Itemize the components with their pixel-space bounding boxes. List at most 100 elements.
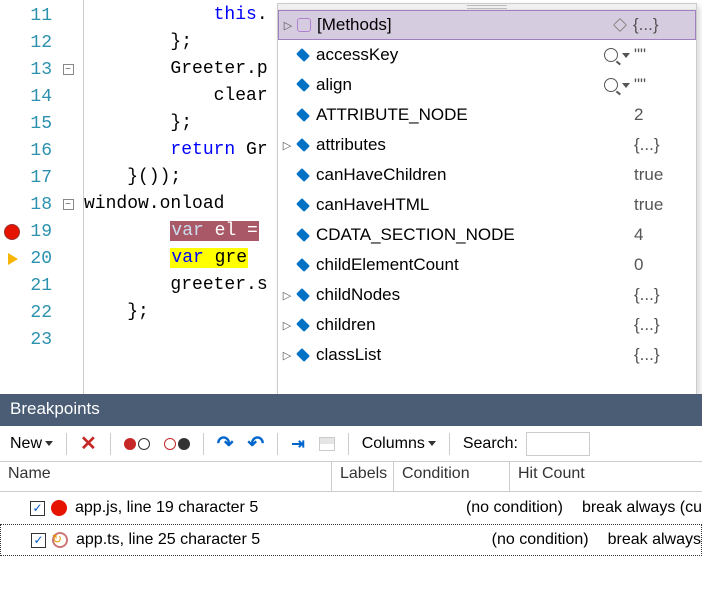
checkbox[interactable]: ✓ (30, 501, 45, 516)
line-number: 19 (24, 222, 58, 242)
bp-condition: (no condition) (492, 531, 608, 549)
disable-icon (164, 438, 190, 450)
panel-title: Breakpoints (0, 394, 702, 426)
table-icon (319, 437, 335, 451)
member-value: {...} (630, 285, 690, 305)
field-icon (294, 166, 312, 184)
line-number: 12 (24, 33, 58, 53)
breakpoints-panel: Breakpoints New ✕ ↷ ↶ ⇥ Columns Search: … (0, 394, 702, 599)
export-button[interactable]: ↷ (211, 428, 240, 459)
bp-name: app.js, line 19 character 5 (75, 499, 404, 517)
expand-icon[interactable]: ▷ (280, 139, 294, 152)
delete-breakpoint-button[interactable]: ✕ (74, 428, 103, 459)
col-hit[interactable]: Hit Count (510, 462, 702, 491)
magnifier-icon[interactable] (604, 48, 618, 62)
line-number: 13 (24, 60, 58, 80)
line-number: 22 (24, 303, 58, 323)
member-value: "" (630, 75, 690, 95)
pin-icon[interactable] (613, 18, 627, 32)
member-name: childNodes (316, 285, 630, 305)
member-value: {...} (629, 15, 689, 35)
separator (449, 433, 450, 455)
field-icon (294, 286, 312, 304)
popup-row[interactable]: ▷ classList{...} (278, 340, 696, 370)
enable-all-button[interactable] (118, 435, 156, 453)
fold-toggle[interactable]: − (63, 199, 74, 210)
fold-toggle[interactable]: − (63, 64, 74, 75)
search-label: Search: (457, 432, 524, 456)
dropdown-icon[interactable] (622, 83, 630, 88)
gutter: 11 12 13− 14 15 16 17 18− 19 20 21 22 23 (0, 0, 84, 394)
member-value: {...} (630, 345, 690, 365)
breakpoints-list: ✓ app.js, line 19 character 5 (no condit… (0, 492, 702, 556)
breakpoint-row[interactable]: ✓ app.js, line 19 character 5 (no condit… (0, 492, 702, 524)
member-name: children (316, 315, 630, 335)
redo-icon: ↷ (217, 431, 234, 456)
col-labels[interactable]: Labels (332, 462, 394, 491)
mapped-breakpoint-icon (52, 532, 68, 548)
member-name: classList (316, 345, 630, 365)
expand-icon[interactable]: ▷ (280, 319, 294, 332)
member-name: accessKey (316, 45, 604, 65)
field-icon (294, 46, 312, 64)
x-icon: ✕ (80, 431, 97, 456)
popup-row[interactable]: ▷ childNodes{...} (278, 280, 696, 310)
member-value: 0 (630, 255, 690, 275)
breakpoint-row[interactable]: ✓ app.ts, line 25 character 5 (no condit… (0, 524, 702, 556)
field-icon (294, 226, 312, 244)
goto-disassembly-button[interactable] (313, 434, 341, 454)
undo-icon: ↶ (248, 431, 265, 456)
expand-icon[interactable]: ▷ (280, 349, 294, 362)
breakpoints-header: Name Labels Condition Hit Count (0, 462, 702, 492)
line-number: 23 (24, 330, 58, 350)
col-condition[interactable]: Condition (394, 462, 510, 491)
line-number: 20 (24, 249, 58, 269)
import-button[interactable]: ↶ (242, 428, 271, 459)
member-value: {...} (630, 135, 690, 155)
field-icon (294, 106, 312, 124)
field-icon (294, 256, 312, 274)
member-name: canHaveChildren (316, 165, 630, 185)
line-number: 15 (24, 114, 58, 134)
member-name: ATTRIBUTE_NODE (316, 105, 630, 125)
member-name: align (316, 75, 604, 95)
expand-icon[interactable]: ▷ (281, 19, 295, 32)
popup-row[interactable]: childElementCount0 (278, 250, 696, 280)
popup-row[interactable]: accessKey"" (278, 40, 696, 70)
search-input[interactable] (526, 432, 590, 456)
enable-icon (124, 438, 150, 450)
member-value: true (630, 195, 690, 215)
member-value: {...} (630, 315, 690, 335)
line-number: 16 (24, 141, 58, 161)
breakpoint-glyph-icon[interactable] (4, 224, 20, 240)
member-value: true (630, 165, 690, 185)
goto-source-button[interactable]: ⇥ (285, 431, 310, 457)
current-line-arrow-icon (8, 253, 18, 265)
checkbox[interactable]: ✓ (31, 533, 46, 548)
popup-row[interactable]: align "" (278, 70, 696, 100)
member-name: CDATA_SECTION_NODE (316, 225, 630, 245)
expand-icon[interactable]: ▷ (280, 289, 294, 302)
popup-row[interactable]: ▷ children{...} (278, 310, 696, 340)
line-number: 18 (24, 195, 58, 215)
columns-button[interactable]: Columns (356, 432, 442, 456)
magnifier-icon[interactable] (604, 78, 618, 92)
popup-row[interactable]: canHaveChildrentrue (278, 160, 696, 190)
popup-row[interactable]: CDATA_SECTION_NODE4 (278, 220, 696, 250)
popup-row[interactable]: canHaveHTMLtrue (278, 190, 696, 220)
bp-condition: (no condition) (466, 499, 582, 517)
popup-row[interactable]: ATTRIBUTE_NODE2 (278, 100, 696, 130)
intellisense-popup[interactable]: ▷ [Methods] {...} accessKey"" align "" AT… (277, 3, 697, 398)
line-number: 14 (24, 87, 58, 107)
separator (66, 433, 67, 455)
popup-row-methods[interactable]: ▷ [Methods] {...} (278, 10, 696, 40)
line-number: 21 (24, 276, 58, 296)
popup-row[interactable]: ▷attributes{...} (278, 130, 696, 160)
line-number: 11 (24, 6, 58, 26)
breakpoints-toolbar: New ✕ ↷ ↶ ⇥ Columns Search: (0, 426, 702, 462)
separator (277, 433, 278, 455)
col-name[interactable]: Name (0, 462, 332, 491)
disable-all-button[interactable] (158, 435, 196, 453)
dropdown-icon[interactable] (622, 53, 630, 58)
new-breakpoint-button[interactable]: New (4, 432, 59, 456)
